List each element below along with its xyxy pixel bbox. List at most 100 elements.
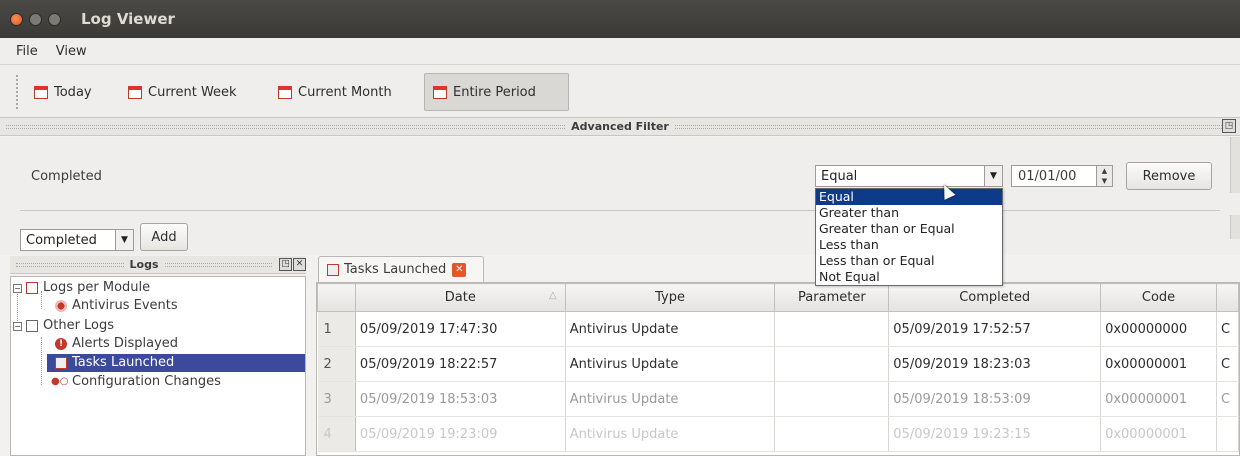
title-bar: Log Viewer [0, 0, 1240, 38]
cell-date: 05/09/2019 18:22:57 [355, 346, 566, 382]
tasks-icon [55, 357, 67, 369]
logs-tree: − Logs per Module Antivirus Events − Oth… [10, 276, 306, 456]
current-week-button[interactable]: Current Week [120, 73, 245, 111]
window-minimize-button[interactable] [29, 12, 42, 26]
column-header-type[interactable]: Type [564, 283, 776, 312]
column-header-code[interactable]: Code [1100, 283, 1217, 312]
cell-code: 0x00000000 [1100, 311, 1217, 347]
cell-overflow [1216, 416, 1239, 452]
row-number-header [317, 283, 356, 312]
collapse-icon[interactable]: − [13, 283, 22, 293]
tree-item-label: Alerts Displayed [72, 336, 179, 351]
alert-icon: ! [55, 338, 67, 350]
calendar-icon [34, 85, 48, 99]
float-panel-icon[interactable]: ◳ [1222, 119, 1236, 133]
configuration-icon: ●○ [51, 376, 69, 387]
cell-code: 0x00000001 [1100, 346, 1217, 382]
tab-tasks-launched[interactable]: Tasks Launched ✕ [318, 256, 484, 282]
cell-overflow: C [1216, 346, 1239, 382]
column-header-date[interactable]: Date △ [354, 283, 566, 312]
window-maximize-button[interactable] [48, 12, 61, 26]
table-row[interactable]: 2 05/09/2019 18:22:57 Antivirus Update 0… [317, 346, 1239, 382]
tasks-icon [327, 263, 339, 276]
cell-type: Antivirus Update [565, 416, 776, 452]
antivirus-icon [55, 300, 67, 312]
operator-dropdown-list: Equal Greater than Greater than or Equal… [815, 188, 1003, 286]
row-number: 1 [317, 311, 356, 347]
option-equal[interactable]: Equal [816, 189, 1002, 205]
chevron-down-icon[interactable]: ▼ [115, 230, 133, 250]
table-row[interactable]: 3 05/09/2019 18:53:03 Antivirus Update 0… [317, 381, 1239, 417]
calendar-icon [433, 85, 447, 99]
tree-item-other-logs[interactable]: − Other Logs [13, 317, 114, 335]
window-title: Log Viewer [81, 10, 175, 28]
close-icon[interactable]: ✕ [452, 262, 467, 277]
table-header-row: Date △ Type Parameter Completed Code [317, 283, 1239, 312]
chevron-down-icon[interactable]: ▼ [984, 166, 1002, 186]
tree-item-antivirus-events[interactable]: Antivirus Events [55, 297, 178, 315]
option-greater-than-or-equal[interactable]: Greater than or Equal [816, 221, 1002, 237]
window-close-button[interactable] [10, 12, 23, 26]
column-select-value: Completed [26, 232, 97, 248]
cell-overflow: C [1216, 311, 1239, 347]
column-header-parameter[interactable]: Parameter [774, 283, 890, 312]
menu-bar: File View [0, 38, 1240, 64]
menu-view[interactable]: View [56, 44, 87, 59]
column-header-overflow[interactable] [1215, 283, 1239, 312]
filter-field-label: Completed [31, 169, 102, 184]
module-icon [26, 282, 38, 294]
option-less-than-or-equal[interactable]: Less than or Equal [816, 253, 1002, 269]
float-panel-icon[interactable]: ◳ [279, 258, 292, 271]
document-icon [26, 320, 38, 332]
column-header-completed[interactable]: Completed [888, 283, 1102, 312]
today-label: Today [54, 84, 92, 100]
option-greater-than[interactable]: Greater than [816, 205, 1002, 221]
current-month-button[interactable]: Current Month [270, 73, 400, 111]
filter-scrollbar-bottom[interactable] [1230, 215, 1240, 239]
cell-type: Antivirus Update [565, 311, 776, 347]
cell-parameter [774, 381, 890, 417]
menu-file[interactable]: File [16, 44, 38, 59]
advanced-filter-panel: Completed Equal ▼ 01/01/00 ▲ ▼ Remove Com… [0, 137, 1240, 255]
add-button[interactable]: Add [140, 223, 188, 251]
option-not-equal[interactable]: Not Equal [816, 269, 1002, 285]
collapse-icon[interactable]: − [13, 321, 22, 331]
tree-item-label: Antivirus Events [72, 298, 178, 313]
tab-label: Tasks Launched [344, 262, 447, 277]
cell-completed: 05/09/2019 18:23:03 [888, 346, 1102, 382]
advanced-filter-title: Advanced Filter [571, 120, 669, 133]
table-row[interactable]: 1 05/09/2019 17:47:30 Antivirus Update 0… [317, 311, 1239, 347]
tree-item-tasks-launched[interactable]: Tasks Launched [47, 354, 305, 372]
spin-arrows-icon[interactable]: ▲ ▼ [1096, 166, 1112, 186]
cell-parameter [774, 311, 890, 347]
logs-panel-header: Logs ◳ ✕ [10, 256, 306, 274]
entire-period-label: Entire Period [453, 84, 536, 100]
current-month-label: Current Month [298, 84, 392, 100]
entire-period-button[interactable]: Entire Period [424, 73, 569, 111]
tree-item-configuration-changes[interactable]: ●○ Configuration Changes [51, 373, 221, 391]
logs-panel-title: Logs [129, 258, 159, 271]
column-select[interactable]: Completed ▼ [20, 229, 134, 251]
tree-item-label: Other Logs [43, 318, 115, 333]
tree-item-alerts-displayed[interactable]: ! Alerts Displayed [55, 335, 178, 353]
cell-date: 05/09/2019 19:23:09 [355, 416, 566, 452]
cell-code: 0x00000001 [1100, 416, 1217, 452]
cell-date: 05/09/2019 18:53:03 [355, 381, 566, 417]
today-button[interactable]: Today [26, 73, 100, 111]
filter-scrollbar-top[interactable] [1230, 137, 1240, 193]
option-less-than[interactable]: Less than [816, 237, 1002, 253]
calendar-icon [278, 85, 292, 99]
header-divider [674, 124, 1235, 129]
toolbar-grip[interactable] [16, 75, 20, 109]
calendar-icon [128, 85, 142, 99]
close-icon[interactable]: ✕ [293, 258, 306, 271]
tree-item-logs-per-module[interactable]: − Logs per Module [13, 279, 150, 297]
operator-select[interactable]: Equal ▼ [815, 165, 1003, 187]
cell-parameter [774, 416, 890, 452]
date-spinbox[interactable]: 01/01/00 ▲ ▼ [1011, 165, 1113, 187]
current-week-label: Current Week [148, 84, 237, 100]
remove-button[interactable]: Remove [1126, 162, 1212, 190]
tree-connector [41, 337, 42, 385]
date-value: 01/01/00 [1018, 168, 1077, 184]
table-row[interactable]: 4 05/09/2019 19:23:09 Antivirus Update 0… [317, 416, 1239, 452]
